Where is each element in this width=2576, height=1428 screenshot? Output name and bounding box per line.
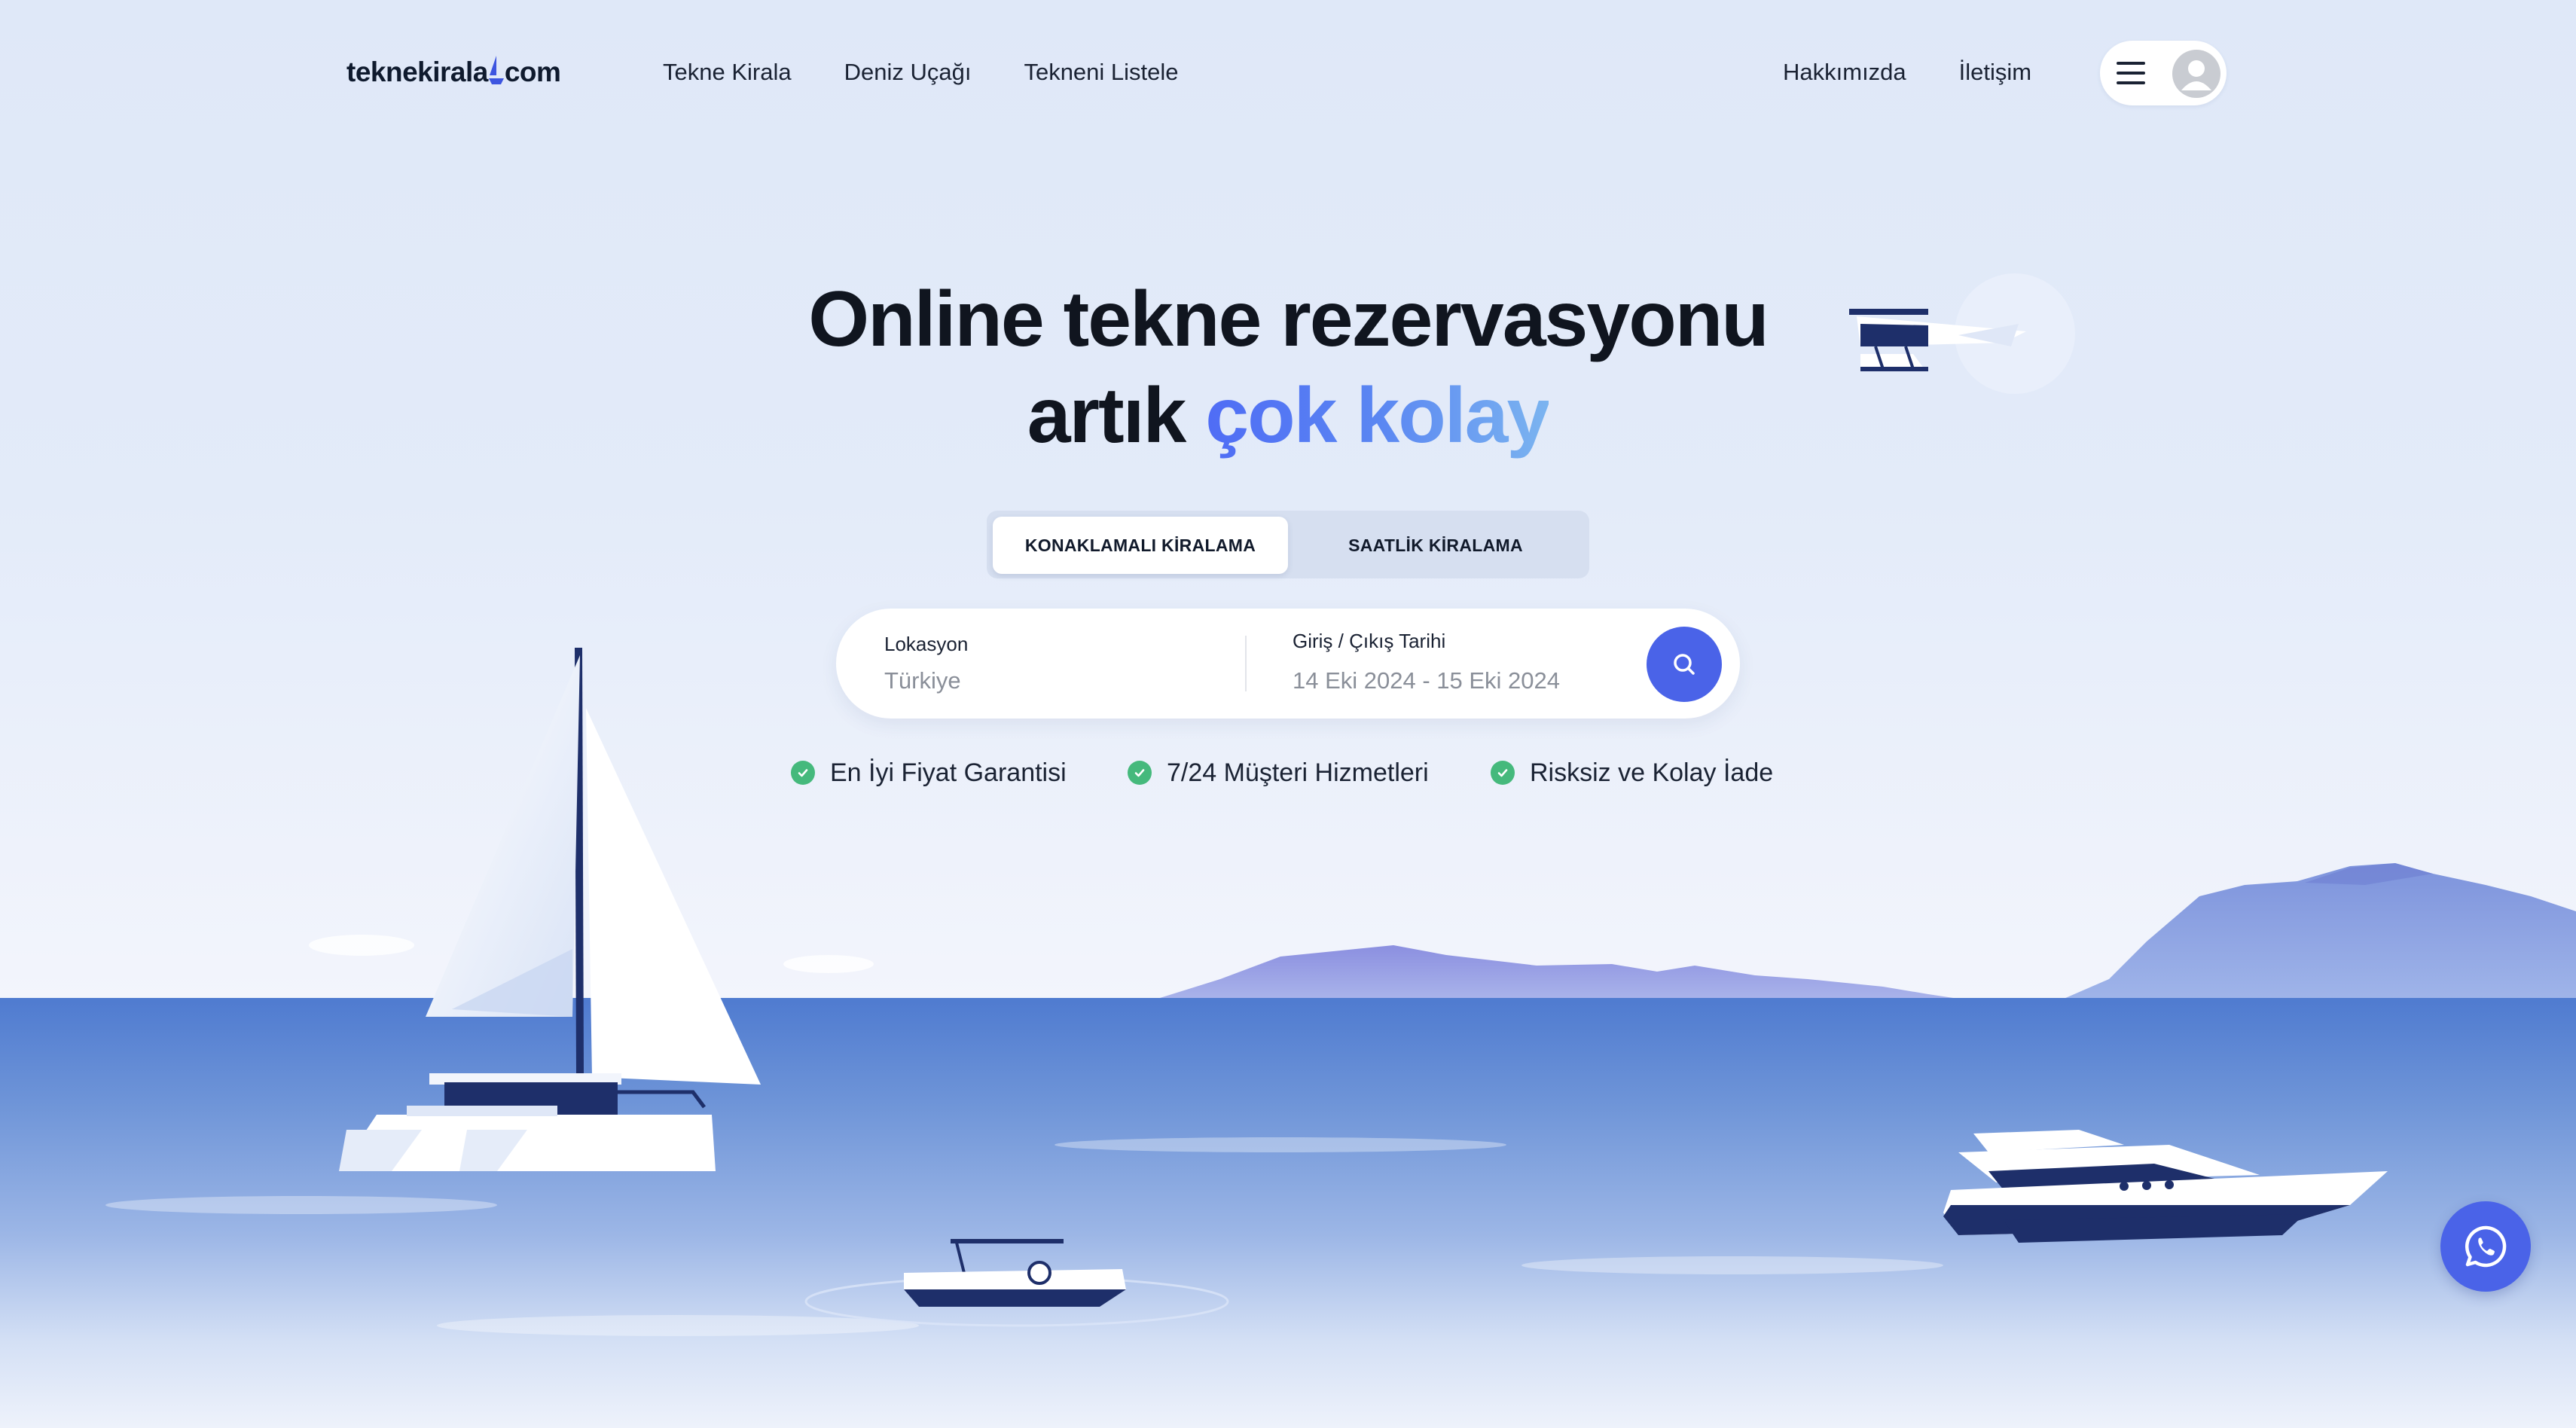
main-nav: Tekne Kirala Deniz Uçağı Tekneni Listele	[663, 59, 1179, 86]
logo-text: teknekirala	[346, 56, 488, 87]
field-divider	[1245, 636, 1247, 691]
feature-item: 7/24 Müşteri Hizmetleri	[1128, 756, 1429, 789]
whatsapp-icon	[2465, 1225, 2507, 1268]
nav-iletisim[interactable]: İletişim	[1959, 59, 2031, 86]
search-bar: Lokasyon Türkiye Giriş / Çıkış Tarihi 14…	[836, 609, 1740, 719]
search-button[interactable]	[1647, 627, 1722, 702]
check-circle-icon	[791, 761, 815, 785]
mountain-right	[2064, 863, 2576, 999]
nav-tekneni-listele[interactable]: Tekneni Listele	[1024, 59, 1178, 86]
rental-type-tabs: KONAKLAMALI KİRALAMA SAATLİK KİRALAMA	[987, 511, 1589, 578]
tab-saatlik-kiralama[interactable]: SAATLİK KİRALAMA	[1288, 517, 1583, 574]
feature-label: Risksiz ve Kolay İade	[1530, 758, 1774, 787]
hero-title-accent: çok kolay	[1205, 372, 1550, 459]
feature-label: En İyi Fiyat Garantisi	[830, 758, 1067, 787]
check-circle-icon	[1491, 761, 1515, 785]
location-value: Türkiye	[884, 667, 961, 694]
mountain-left	[1160, 945, 1958, 999]
user-menu-button[interactable]	[2100, 41, 2227, 105]
header: teknekirala com Tekne Kirala Deniz Uçağı …	[346, 38, 2230, 107]
tab-konaklamali-kiralama[interactable]: KONAKLAMALI KİRALAMA	[993, 517, 1288, 574]
page: teknekirala com Tekne Kirala Deniz Uçağı …	[0, 0, 2576, 1428]
date-field[interactable]: Giriş / Çıkış Tarihi 14 Eki 2024 - 15 Ek…	[1249, 609, 1625, 719]
location-label: Lokasyon	[884, 633, 969, 655]
hero-title-prefix: artık	[1027, 372, 1206, 459]
feature-item: Risksiz ve Kolay İade	[1491, 756, 1773, 789]
feature-item: En İyi Fiyat Garantisi	[791, 756, 1067, 789]
user-avatar-icon	[2172, 50, 2220, 98]
date-value: 14 Eki 2024 - 15 Eki 2024	[1293, 667, 1561, 694]
logo-suffix: com	[504, 56, 561, 87]
hamburger-icon	[2117, 62, 2147, 84]
nav-hakkimizda[interactable]: Hakkımızda	[1783, 59, 1906, 86]
logo[interactable]: teknekirala com	[346, 56, 561, 88]
whatsapp-button[interactable]	[2440, 1201, 2531, 1292]
secondary-nav: Hakkımızda İletişim	[1783, 59, 2031, 86]
nav-tekne-kirala[interactable]: Tekne Kirala	[663, 59, 792, 86]
search-icon	[1674, 654, 1695, 675]
hero-title-line1: Online tekne rezervasyonu	[808, 276, 1769, 363]
check-circle-icon	[1128, 761, 1152, 785]
feature-label: 7/24 Müşteri Hizmetleri	[1167, 758, 1429, 787]
hero-title: Online tekne rezervasyonu artık çok kola…	[0, 271, 2576, 464]
location-field[interactable]: Lokasyon Türkiye	[836, 609, 1243, 719]
nav-deniz-ucagi[interactable]: Deniz Uçağı	[844, 59, 972, 86]
date-label: Giriş / Çıkış Tarihi	[1293, 630, 1446, 652]
boat-logo-icon	[488, 56, 505, 88]
